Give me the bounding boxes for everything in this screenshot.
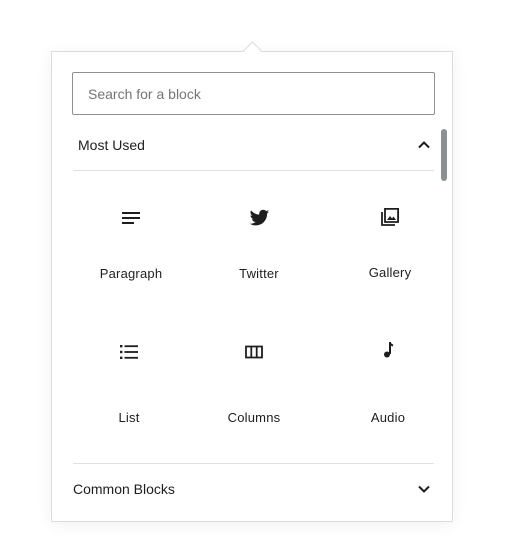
block-item-columns[interactable]: Columns xyxy=(199,340,309,440)
block-item-label: Twitter xyxy=(239,266,279,281)
panel-scrollbar[interactable] xyxy=(441,129,447,181)
block-item-paragraph[interactable]: Paragraph xyxy=(76,200,186,300)
block-item-twitter[interactable]: Twitter xyxy=(204,200,314,300)
twitter-icon xyxy=(204,206,314,230)
list-icon xyxy=(74,340,184,364)
block-item-label: Audio xyxy=(370,410,406,425)
columns-icon xyxy=(199,340,309,364)
common-blocks-panel-title: Common Blocks xyxy=(73,481,175,497)
block-item-gallery[interactable]: Gallery xyxy=(335,200,445,300)
common-blocks-panel-toggle[interactable]: Common Blocks xyxy=(73,467,435,511)
most-used-divider xyxy=(73,170,434,171)
block-item-label: Columns xyxy=(227,410,281,425)
block-item-label: Gallery xyxy=(368,265,412,280)
common-blocks-divider xyxy=(73,463,434,464)
most-used-panel-toggle[interactable]: Most Used xyxy=(73,123,435,167)
block-item-label: List xyxy=(118,410,140,425)
most-used-panel-title: Most Used xyxy=(78,137,145,153)
chevron-up-icon xyxy=(412,133,436,157)
block-item-audio[interactable]: Audio xyxy=(333,338,443,438)
chevron-down-icon xyxy=(412,477,436,501)
block-search-input[interactable] xyxy=(72,72,435,115)
paragraph-icon xyxy=(76,207,186,231)
block-item-label: Paragraph xyxy=(99,266,163,281)
audio-icon xyxy=(333,338,443,362)
gallery-icon xyxy=(335,205,445,229)
block-item-list[interactable]: List xyxy=(74,340,184,440)
